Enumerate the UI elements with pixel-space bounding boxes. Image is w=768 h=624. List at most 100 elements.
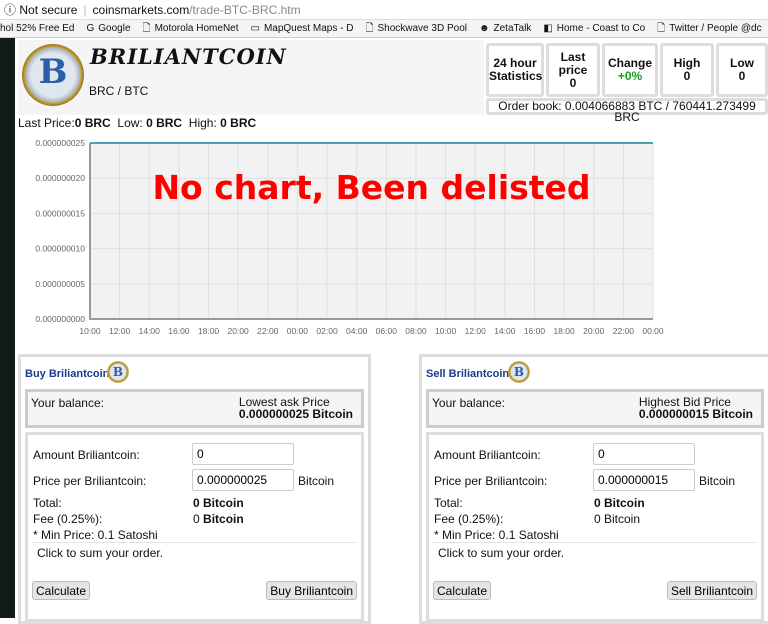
balance-label: Your balance: xyxy=(31,396,104,410)
x-tick-label: 10:00 xyxy=(435,326,457,336)
security-label: Not secure xyxy=(19,3,78,17)
price-label: Price per Briliantcoin: xyxy=(33,474,147,488)
x-tick-label: 08:00 xyxy=(405,326,427,336)
y-tick-label: 0.000000025 xyxy=(35,138,85,148)
sum-hint: Click to sum your order. xyxy=(37,546,164,560)
bookmark[interactable]: ☻ ZetaTalk xyxy=(478,20,531,37)
page-icon: 🗋 xyxy=(142,23,151,34)
buy-panel: Buy Briliantcoin B Your balance: Lowest … xyxy=(18,354,371,624)
info-icon: ⓘ xyxy=(4,3,17,17)
amount-label: Amount Briliantcoin: xyxy=(33,448,140,462)
price-input[interactable] xyxy=(593,469,695,491)
bookmark[interactable]: G Google xyxy=(86,20,131,37)
balance-box: Your balance: Lowest ask Price 0.00000002… xyxy=(25,389,364,428)
x-tick-label: 02:00 xyxy=(316,326,338,336)
x-tick-label: 12:00 xyxy=(465,326,487,336)
address-bar[interactable]: ⓘ Not secure | coinsmarkets.com/trade-BTC-… xyxy=(0,0,768,20)
x-tick-label: 00:00 xyxy=(642,326,664,336)
fee-value: 0 Bitcoin xyxy=(594,512,641,526)
url-path: /trade-BTC-BRC.htm xyxy=(189,3,301,17)
price-input[interactable] xyxy=(192,469,294,491)
buy-submit-button[interactable]: Buy Briliantcoin xyxy=(266,581,357,600)
bookmark[interactable]: 🗋 Motorola HomeNet xyxy=(142,20,239,37)
stat-24h: 24 hour Statistics xyxy=(486,43,544,97)
y-tick-label: 0.000000015 xyxy=(35,208,85,218)
buy-form: Amount Briliantcoin: Price per Briliantc… xyxy=(25,432,364,622)
y-tick-label: 0.000000000 xyxy=(35,314,85,324)
sum-hint: Click to sum your order. xyxy=(438,546,565,560)
price-chart: 0.000000000 0.000000005 0.000000010 0.00000… xyxy=(35,138,664,336)
x-tick-label: 18:00 xyxy=(198,326,220,336)
google-icon: G xyxy=(86,23,95,34)
x-tick-label: 10:00 xyxy=(79,326,101,336)
alien-icon: ☻ xyxy=(478,23,490,34)
balance-box: Your balance: Highest Bid Price 0.0000000… xyxy=(426,389,764,428)
y-tick-label: 0.000000010 xyxy=(35,244,85,254)
coin-logo: B xyxy=(22,44,84,106)
calculate-button[interactable]: Calculate xyxy=(433,581,492,600)
x-tick-label: 18:00 xyxy=(553,326,575,336)
amount-input[interactable] xyxy=(593,443,695,465)
x-tick-label: 12:00 xyxy=(109,326,131,336)
price-unit: Bitcoin xyxy=(298,474,335,488)
x-tick-label: 00:00 xyxy=(287,326,309,336)
total-value: 0 Bitcoin xyxy=(193,496,244,510)
fee-label: Fee (0.25%): xyxy=(434,512,504,526)
coin-icon: B xyxy=(508,361,530,383)
calculate-button[interactable]: Calculate xyxy=(32,581,91,600)
sell-submit-button[interactable]: Sell Briliantcoin xyxy=(666,581,757,600)
stat-change: Change +0% xyxy=(602,43,658,97)
bookmark[interactable]: 🗋 Twitter / People @dc xyxy=(657,20,761,37)
fee-value: 0 Bitcoin xyxy=(193,512,244,526)
delisted-notice: No chart, Been delisted xyxy=(152,168,591,207)
min-price-note: * Min Price: 0.1 Satoshi xyxy=(434,528,559,542)
y-tick-label: 0.000000020 xyxy=(35,173,85,183)
divider xyxy=(32,542,357,543)
left-sidebar-edge xyxy=(0,38,15,618)
min-price-note: * Min Price: 0.1 Satoshi xyxy=(33,528,158,542)
bookmark[interactable]: ◧ Home - Coast to Co xyxy=(543,20,645,37)
buy-title: Buy Briliantcoin xyxy=(25,368,110,380)
x-tick-label: 20:00 xyxy=(583,326,605,336)
fee-label: Fee (0.25%): xyxy=(33,512,103,526)
c-icon: ◧ xyxy=(543,23,553,34)
page-icon: 🗋 xyxy=(657,23,666,34)
stat-high: High 0 xyxy=(660,43,714,97)
url-host: coinsmarkets.com xyxy=(92,3,190,17)
x-tick-label: 16:00 xyxy=(168,326,190,336)
order-book: Order book: 0.004066883 BTC / 760441.273… xyxy=(486,98,768,123)
x-tick-label: 16:00 xyxy=(524,326,546,336)
price-summary: Last Price:0 BRC Low: 0 BRC High: 0 BRC xyxy=(18,116,257,130)
balance-label: Your balance: xyxy=(432,396,505,410)
coin-title: BRILIANTCOIN xyxy=(90,44,287,69)
sell-title: Sell Briliantcoin xyxy=(426,368,510,380)
bookmark[interactable]: hol 52% Free Ed xyxy=(0,20,75,37)
sell-form: Amount Briliantcoin: Price per Briliantc… xyxy=(426,432,764,622)
best-price: Highest Bid Price 0.000000015 Bitcoin xyxy=(638,395,753,421)
coin-icon: B xyxy=(107,361,129,383)
total-label: Total: xyxy=(434,496,463,510)
bookmark[interactable]: ▭ MapQuest Maps - D xyxy=(250,20,354,37)
total-value: 0 Bitcoin xyxy=(594,496,645,510)
x-tick-label: 22:00 xyxy=(613,326,635,336)
x-tick-label: 20:00 xyxy=(228,326,250,336)
price-label: Price per Briliantcoin: xyxy=(434,474,548,488)
x-tick-label: 04:00 xyxy=(346,326,368,336)
price-unit: Bitcoin xyxy=(699,474,736,488)
trading-pair: BRC / BTC xyxy=(89,84,149,98)
x-tick-label: 22:00 xyxy=(257,326,279,336)
page-icon: 🗋 xyxy=(365,23,374,34)
stat-last-price: Last price 0 xyxy=(546,43,600,97)
divider xyxy=(433,542,757,543)
map-icon: ▭ xyxy=(250,23,260,34)
x-tick-label: 14:00 xyxy=(139,326,161,336)
sell-panel: Sell Briliantcoin B Your balance: Highes… xyxy=(419,354,768,624)
best-price: Lowest ask Price 0.000000025 Bitcoin xyxy=(238,395,353,421)
amount-input[interactable] xyxy=(192,443,294,465)
y-tick-label: 0.000000005 xyxy=(35,279,85,289)
total-label: Total: xyxy=(33,496,62,510)
amount-label: Amount Briliantcoin: xyxy=(434,448,541,462)
bookmark[interactable]: 🗋 Shockwave 3D Pool xyxy=(365,20,467,37)
stat-low: Low 0 xyxy=(716,43,768,97)
x-tick-label: 06:00 xyxy=(376,326,398,336)
